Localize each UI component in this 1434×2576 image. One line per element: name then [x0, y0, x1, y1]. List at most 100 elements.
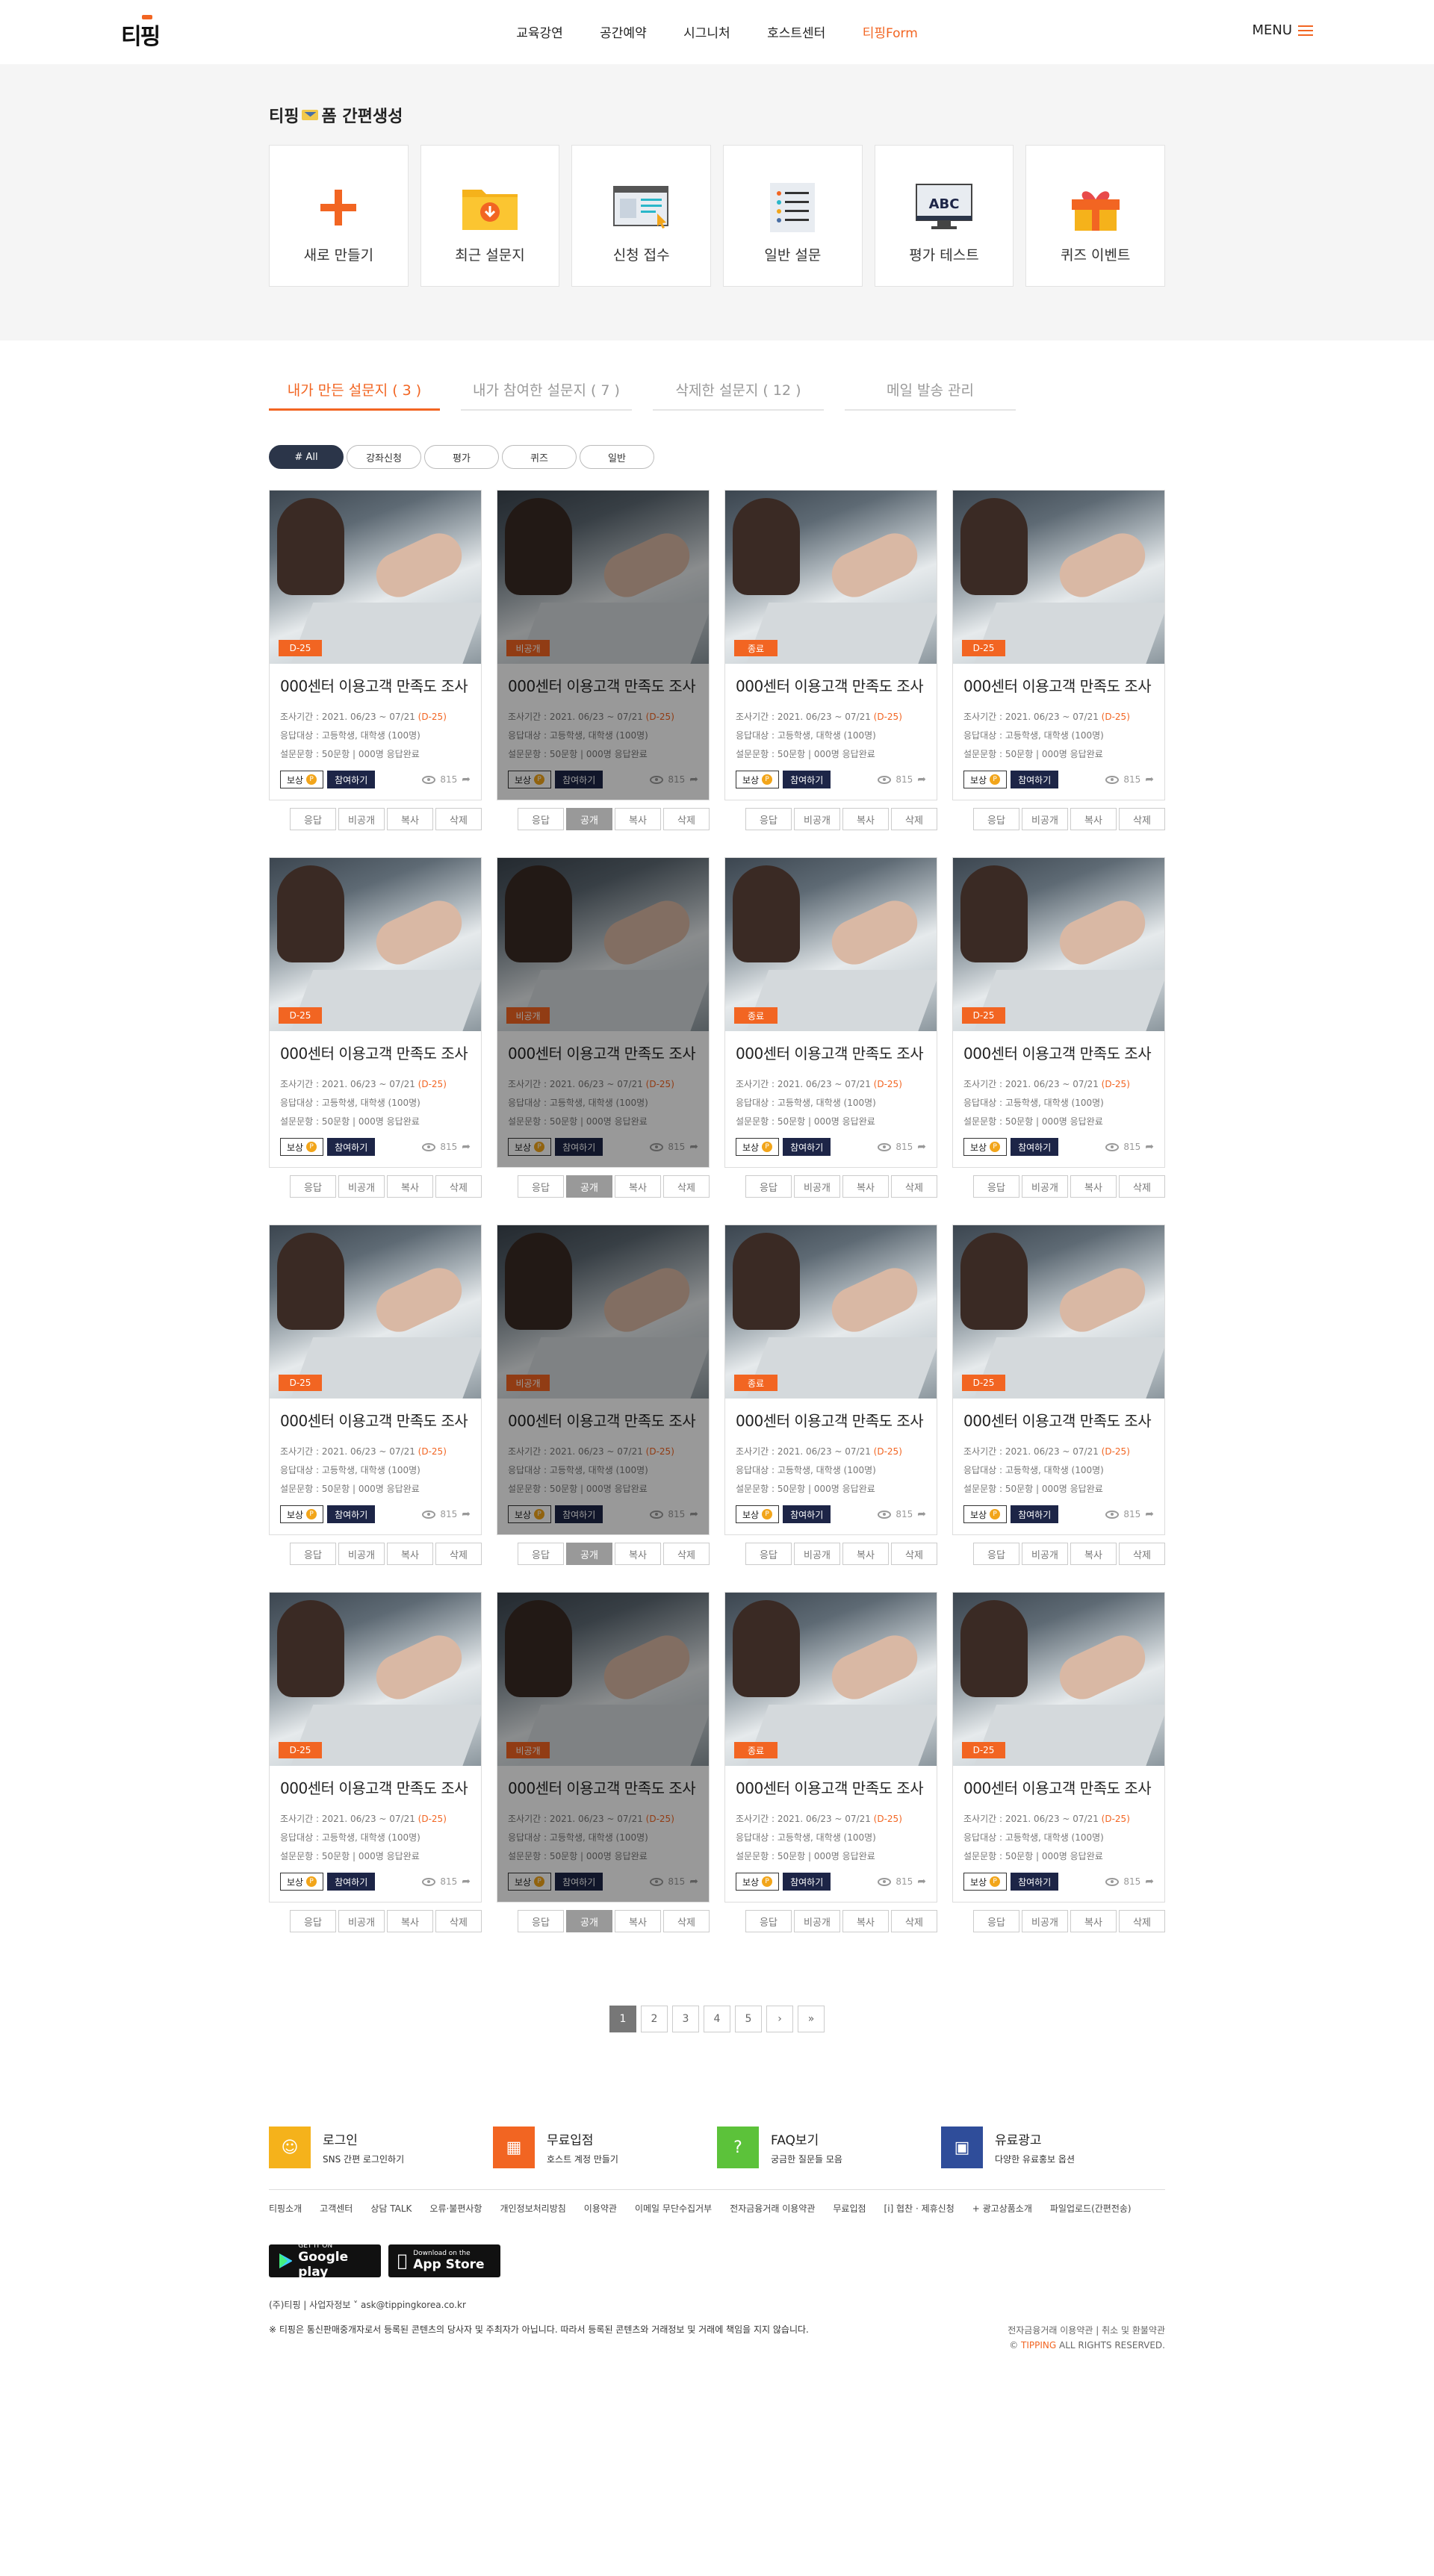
copy-button[interactable]: 복사 [842, 1175, 889, 1198]
share-icon[interactable]: ➦ [462, 1876, 471, 1888]
respond-button[interactable]: 응답 [518, 1543, 564, 1565]
share-icon[interactable]: ➦ [917, 774, 926, 785]
reward-button[interactable]: 보상 P [280, 1873, 324, 1891]
respond-button[interactable]: 응답 [973, 1910, 1019, 1932]
survey-card[interactable]: D-25 000센터 이용고객 만족도 조사 조사기간 : 2021. 06/2… [269, 857, 482, 1168]
join-button[interactable]: 참여하기 [1011, 1138, 1059, 1156]
delete-button[interactable]: 삭제 [435, 808, 482, 830]
footer-faq[interactable]: ? FAQ보기 궁금한 질문들 모음 [717, 2127, 941, 2168]
legal-links[interactable]: 전자금융거래 이용약관 | 취소 및 환불약관 [1008, 2323, 1165, 2338]
visibility-button[interactable]: 비공개 [338, 808, 385, 830]
copy-button[interactable]: 복사 [615, 1910, 661, 1932]
visibility-button[interactable]: 비공개 [794, 1910, 840, 1932]
respond-button[interactable]: 응답 [290, 1175, 336, 1198]
footer-nav-item[interactable]: 이용약관 [584, 2202, 617, 2215]
visibility-button[interactable]: 비공개 [1022, 808, 1068, 830]
visibility-button[interactable]: 비공개 [338, 1910, 385, 1932]
share-icon[interactable]: ➦ [462, 774, 471, 785]
visibility-button[interactable]: 비공개 [1022, 1175, 1068, 1198]
survey-card[interactable]: D-25 000센터 이용고객 만족도 조사 조사기간 : 2021. 06/2… [269, 1225, 482, 1535]
application-card[interactable]: 신청 접수 [571, 145, 712, 287]
join-button[interactable]: 참여하기 [327, 1505, 376, 1523]
delete-button[interactable]: 삭제 [891, 808, 937, 830]
join-button[interactable]: 참여하기 [1011, 1873, 1059, 1891]
visibility-button[interactable]: 공개 [566, 1175, 612, 1198]
reward-button[interactable]: 보상 P [508, 771, 552, 788]
survey-card[interactable]: 비공개 000센터 이용고객 만족도 조사 조사기간 : 2021. 06/23… [497, 1225, 710, 1535]
tab-my-surveys[interactable]: 내가 만든 설문지 ( 3 ) [269, 379, 440, 411]
footer-paid-ad[interactable]: ▣ 유료광고 다양한 유료홍보 옵션 [941, 2127, 1165, 2168]
survey-card[interactable]: 종료 000센터 이용고객 만족도 조사 조사기간 : 2021. 06/23 … [724, 1592, 937, 1903]
respond-button[interactable]: 응답 [518, 808, 564, 830]
evaluation-test-card[interactable]: ABC 평가 테스트 [874, 145, 1014, 287]
survey-card[interactable]: 종료 000센터 이용고객 만족도 조사 조사기간 : 2021. 06/23 … [724, 490, 937, 800]
survey-card[interactable]: D-25 000센터 이용고객 만족도 조사 조사기간 : 2021. 06/2… [952, 1225, 1165, 1535]
share-icon[interactable]: ➦ [1145, 1141, 1154, 1153]
share-icon[interactable]: ➦ [1145, 1876, 1154, 1888]
delete-button[interactable]: 삭제 [1119, 1543, 1165, 1565]
respond-button[interactable]: 응답 [973, 1175, 1019, 1198]
tab-deleted-surveys[interactable]: 삭제한 설문지 ( 12 ) [653, 379, 824, 411]
reward-button[interactable]: 보상 P [736, 1873, 780, 1891]
nav-tipping-form[interactable]: 티핑Form [863, 22, 918, 41]
footer-nav-item[interactable]: 파일업로드(간편전송) [1050, 2202, 1132, 2215]
reward-button[interactable]: 보상 P [508, 1138, 552, 1156]
share-icon[interactable]: ➦ [689, 1876, 698, 1888]
join-button[interactable]: 참여하기 [783, 771, 831, 788]
page-1[interactable]: 1 [609, 2006, 636, 2032]
join-button[interactable]: 참여하기 [327, 771, 376, 788]
share-icon[interactable]: ➦ [689, 1508, 698, 1520]
respond-button[interactable]: 응답 [973, 808, 1019, 830]
respond-button[interactable]: 응답 [745, 1175, 792, 1198]
filter-evaluation[interactable]: 평가 [424, 445, 499, 469]
copy-button[interactable]: 복사 [842, 808, 889, 830]
reward-button[interactable]: 보상 P [508, 1873, 552, 1891]
reward-button[interactable]: 보상 P [736, 1505, 780, 1523]
copy-button[interactable]: 복사 [1070, 1175, 1117, 1198]
filter-general[interactable]: 일반 [580, 445, 654, 469]
reward-button[interactable]: 보상 P [736, 1138, 780, 1156]
respond-button[interactable]: 응답 [745, 808, 792, 830]
visibility-button[interactable]: 공개 [566, 1910, 612, 1932]
footer-nav-item[interactable]: 오류·불편사항 [429, 2202, 482, 2215]
survey-card[interactable]: 비공개 000센터 이용고객 만족도 조사 조사기간 : 2021. 06/23… [497, 1592, 710, 1903]
join-button[interactable]: 참여하기 [783, 1873, 831, 1891]
visibility-button[interactable]: 비공개 [338, 1543, 385, 1565]
reward-button[interactable]: 보상 P [736, 771, 780, 788]
general-survey-card[interactable]: 일반 설문 [723, 145, 863, 287]
join-button[interactable]: 참여하기 [327, 1138, 376, 1156]
page-3[interactable]: 3 [672, 2006, 699, 2032]
copy-button[interactable]: 복사 [615, 808, 661, 830]
copy-button[interactable]: 복사 [842, 1543, 889, 1565]
copy-button[interactable]: 복사 [387, 1910, 433, 1932]
share-icon[interactable]: ➦ [689, 1141, 698, 1153]
reward-button[interactable]: 보상 P [963, 771, 1008, 788]
respond-button[interactable]: 응답 [290, 808, 336, 830]
share-icon[interactable]: ➦ [917, 1508, 926, 1520]
menu-button[interactable]: MENU [1252, 22, 1313, 38]
visibility-button[interactable]: 비공개 [338, 1175, 385, 1198]
delete-button[interactable]: 삭제 [891, 1543, 937, 1565]
filter-quiz[interactable]: 퀴즈 [502, 445, 577, 469]
visibility-button[interactable]: 공개 [566, 808, 612, 830]
respond-button[interactable]: 응답 [745, 1543, 792, 1565]
footer-nav-item[interactable]: + 광고상품소개 [972, 2202, 1032, 2215]
nav-host-center[interactable]: 호스트센터 [767, 22, 825, 41]
visibility-button[interactable]: 비공개 [1022, 1543, 1068, 1565]
share-icon[interactable]: ➦ [917, 1876, 926, 1888]
page-last[interactable]: » [798, 2006, 825, 2032]
visibility-button[interactable]: 공개 [566, 1543, 612, 1565]
delete-button[interactable]: 삭제 [663, 1543, 710, 1565]
tab-joined-surveys[interactable]: 내가 참여한 설문지 ( 7 ) [461, 379, 632, 411]
share-icon[interactable]: ➦ [689, 774, 698, 785]
reward-button[interactable]: 보상 P [963, 1505, 1008, 1523]
delete-button[interactable]: 삭제 [435, 1175, 482, 1198]
footer-login[interactable]: ☺ 로그인 SNS 간편 로그인하기 [269, 2127, 493, 2168]
delete-button[interactable]: 삭제 [891, 1910, 937, 1932]
survey-card[interactable]: 종료 000센터 이용고객 만족도 조사 조사기간 : 2021. 06/23 … [724, 857, 937, 1168]
footer-nav-item[interactable]: [i] 협찬 · 제휴신청 [884, 2202, 955, 2215]
respond-button[interactable]: 응답 [290, 1910, 336, 1932]
footer-nav-item[interactable]: 이메일 무단수집거부 [635, 2202, 712, 2215]
reward-button[interactable]: 보상 P [280, 1138, 324, 1156]
footer-free-entry[interactable]: ▦ 무료입점 호스트 계정 만들기 [493, 2127, 717, 2168]
